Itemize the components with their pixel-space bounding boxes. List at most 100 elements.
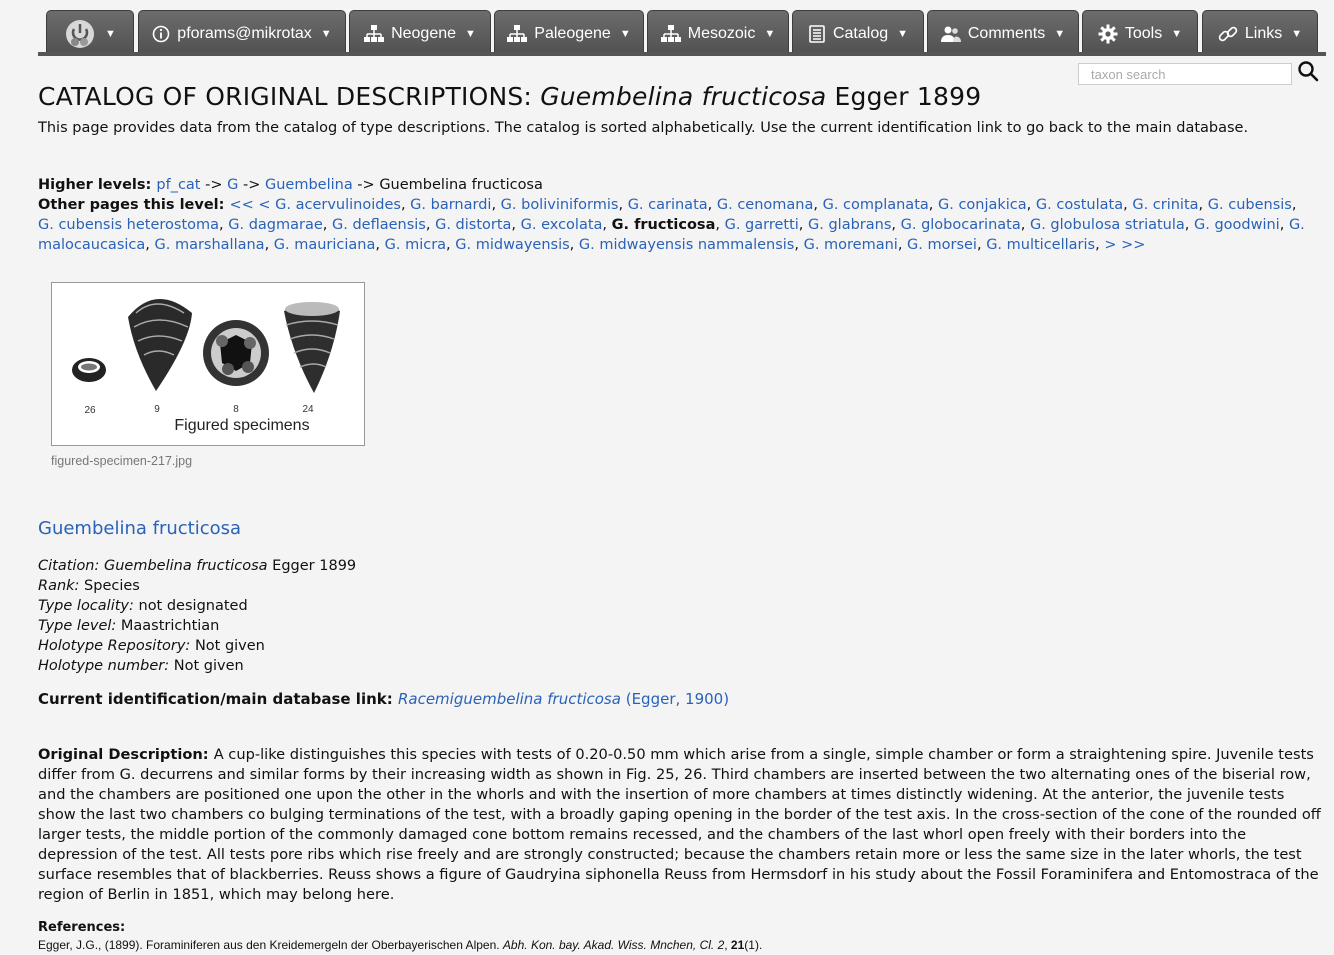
other-page-link[interactable]: G. boliviniformis xyxy=(501,197,619,213)
chevron-down-icon: ▼ xyxy=(320,27,332,40)
other-page-link[interactable]: G. micra xyxy=(385,237,446,253)
other-page-link[interactable]: G. dagmarae xyxy=(228,217,323,233)
chevron-down-icon: ▼ xyxy=(619,27,631,40)
other-page-link[interactable]: G. midwayensis xyxy=(455,237,569,253)
chevron-down-icon: ▼ xyxy=(105,27,116,40)
chevron-down-icon: ▼ xyxy=(1171,27,1183,40)
other-page-link[interactable]: G. multicellaris xyxy=(986,237,1095,253)
hierarchy-icon xyxy=(660,24,681,43)
figure-caption: figured-specimen-217.jpg xyxy=(51,454,193,468)
nav-divider xyxy=(38,52,1326,56)
hierarchy-icon xyxy=(364,24,385,43)
other-page-link[interactable]: G. excolata xyxy=(521,217,603,233)
other-page-link[interactable]: G. complanata xyxy=(823,197,929,213)
original-description: Original Description: A cup-like disting… xyxy=(38,746,1321,903)
breadcrumb-current: Guembelina fructicosa xyxy=(379,177,543,193)
other-page-link[interactable]: G. crinita xyxy=(1132,197,1198,213)
specimen-number: 9 xyxy=(154,404,160,415)
higher-levels: Higher levels: pf_cat -> G -> Guembelina… xyxy=(38,177,543,193)
tab-paleogene[interactable]: Paleogene ▼ xyxy=(494,10,644,56)
hierarchy-icon xyxy=(507,24,528,43)
chevron-down-icon: ▼ xyxy=(1054,27,1066,40)
tab-links[interactable]: Links ▼ xyxy=(1202,10,1318,56)
intro-text: This page provides data from the catalog… xyxy=(38,120,1249,136)
chevron-down-icon: ▼ xyxy=(1291,27,1303,40)
other-page-link[interactable]: G. acervulinoides xyxy=(275,197,401,213)
other-page-link[interactable]: G. cenomana xyxy=(717,197,814,213)
other-page-link[interactable]: G. morsei xyxy=(907,237,977,253)
tab-neogene[interactable]: Neogene ▼ xyxy=(349,10,491,56)
type-locality-row: Type locality: not designated xyxy=(38,598,248,614)
tab-mesozoic[interactable]: Mesozoic ▼ xyxy=(647,10,789,56)
other-page-link[interactable]: G. cubensis heterostoma xyxy=(38,217,219,233)
specimen-drawing-1 xyxy=(72,358,106,382)
other-page-link[interactable]: G. goodwini xyxy=(1194,217,1280,233)
chevron-down-icon: ▼ xyxy=(764,27,776,40)
taxon-search-input[interactable] xyxy=(1078,63,1292,85)
other-page-link[interactable]: G. mauriciana xyxy=(274,237,376,253)
link-icon xyxy=(1218,24,1238,44)
breadcrumb-link[interactable]: Guembelina xyxy=(265,177,353,193)
other-page-link[interactable]: G. cubensis xyxy=(1208,197,1292,213)
specimen-number: 24 xyxy=(302,404,314,415)
other-page-link[interactable]: G. distorta xyxy=(435,217,511,233)
other-page-link[interactable]: G. marshallana xyxy=(154,237,264,253)
chevron-down-icon: ▼ xyxy=(465,27,476,40)
reference-item: Egger, J.G., (1899). Foraminiferen aus d… xyxy=(38,938,763,952)
other-page-link[interactable]: G. globocarinata xyxy=(901,217,1021,233)
figure-label: Figured specimens xyxy=(174,417,309,434)
other-page-link[interactable]: G. carinata xyxy=(628,197,708,213)
page-title: CATALOG OF ORIGINAL DESCRIPTIONS: Guembe… xyxy=(38,82,982,111)
breadcrumb-link[interactable]: pf_cat xyxy=(156,177,200,193)
prev-page-link[interactable]: << < xyxy=(229,197,270,213)
other-page-link[interactable]: G. moremani xyxy=(804,237,898,253)
figured-specimens-image[interactable]: 26 9 8 24 Figured specimens xyxy=(51,282,365,446)
species-details: Citation: Guembelina fructicosa Egger 18… xyxy=(38,556,356,676)
tab-home[interactable]: ▼ xyxy=(46,10,134,56)
tab-label: Paleogene xyxy=(534,24,611,42)
citation-row: Citation: Guembelina fructicosa Egger 18… xyxy=(38,558,357,574)
chevron-down-icon: ▼ xyxy=(897,27,909,40)
tab-label: Links xyxy=(1244,24,1283,42)
book-icon xyxy=(808,24,826,43)
gear-icon xyxy=(1098,24,1118,44)
specimen-number: 8 xyxy=(233,404,239,415)
current-identification-link[interactable]: Racemiguembelina fructicosa (Egger, 1900… xyxy=(398,690,729,708)
specimen-drawing-2 xyxy=(128,298,192,391)
specimen-drawing-3 xyxy=(203,320,269,386)
tab-label: Neogene xyxy=(391,24,457,42)
other-page-link[interactable]: G. midwayensis nammalensis xyxy=(579,237,794,253)
breadcrumb-link[interactable]: G xyxy=(227,177,238,193)
rank-row: Rank: Species xyxy=(38,578,140,594)
tab-label: pforams@mikrotax xyxy=(177,24,312,42)
tab-tools[interactable]: Tools ▼ xyxy=(1082,10,1198,56)
info-icon xyxy=(152,25,170,43)
other-page-link[interactable]: G. globulosa striatula xyxy=(1030,217,1185,233)
current-identification: Current identification/main database lin… xyxy=(38,690,730,708)
tab-label: Mesozoic xyxy=(687,24,756,42)
search-icon[interactable] xyxy=(1297,60,1321,84)
tab-label: Tools xyxy=(1124,24,1163,42)
other-page-link[interactable]: G. glabrans xyxy=(808,217,891,233)
other-pages: Other pages this level: << < G. acervuli… xyxy=(38,197,1305,253)
tab-comments[interactable]: Comments ▼ xyxy=(927,10,1079,56)
other-page-link[interactable]: G. conjakica xyxy=(938,197,1027,213)
specimen-drawing-4 xyxy=(284,302,340,393)
holotype-repository-row: Holotype Repository: Not given xyxy=(38,638,265,654)
holotype-number-row: Holotype number: Not given xyxy=(38,658,244,674)
tab-label: Catalog xyxy=(832,24,889,42)
next-page-link[interactable]: > >> xyxy=(1104,237,1145,253)
users-icon xyxy=(940,25,961,43)
type-level-row: Type level: Maastrichtian xyxy=(38,618,220,634)
tab-catalog[interactable]: Catalog ▼ xyxy=(792,10,924,56)
tab-user[interactable]: pforams@mikrotax ▼ xyxy=(138,10,346,56)
other-page-link[interactable]: G. barnardi xyxy=(410,197,491,213)
other-page-link[interactable]: G. deflaensis xyxy=(332,217,426,233)
references-heading: References: xyxy=(38,920,126,935)
tab-label: Comments xyxy=(967,24,1046,42)
other-page-current: G. fructicosa xyxy=(611,217,716,233)
species-heading: Guembelina fructicosa xyxy=(38,518,242,539)
main-nav: ▼ pforams@mikrotax ▼ Neogene ▼ Paleogene… xyxy=(38,8,1326,56)
other-page-link[interactable]: G. garretti xyxy=(725,217,799,233)
other-page-link[interactable]: G. costulata xyxy=(1036,197,1123,213)
